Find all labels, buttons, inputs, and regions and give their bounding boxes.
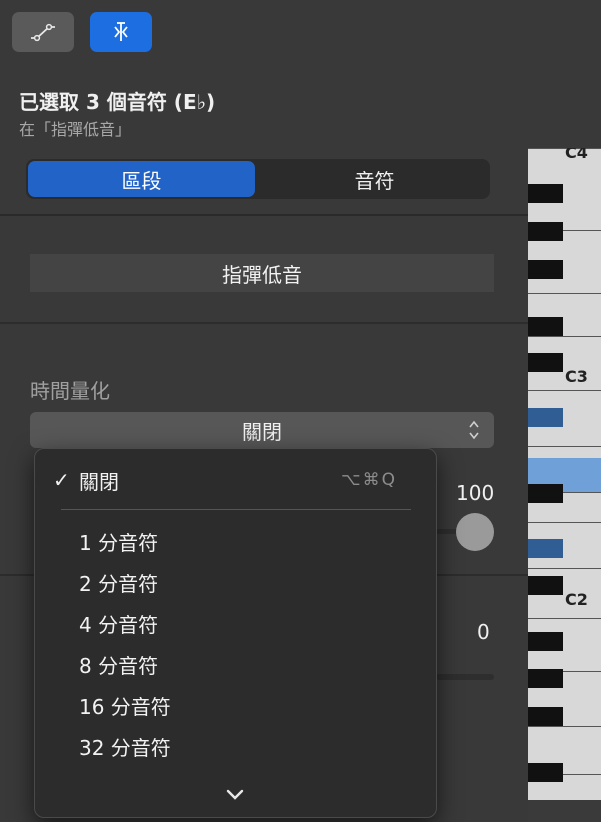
menu-item-label: 8 分音符 [79, 653, 159, 678]
black-key-selected[interactable] [528, 539, 563, 558]
key-label-c4: C4 [565, 148, 588, 162]
selection-subtitle: 在「指彈低音」 [19, 120, 132, 139]
key-divider [528, 390, 601, 391]
menu-item-sixteenth[interactable]: 16 分音符 [35, 685, 436, 725]
key-divider [528, 336, 601, 337]
black-key[interactable] [528, 184, 563, 203]
updown-arrows-icon [469, 420, 479, 440]
menu-item-quarter[interactable]: 4 分音符 [35, 603, 436, 643]
black-key[interactable] [528, 260, 563, 279]
black-key[interactable] [528, 222, 563, 241]
piano-keyboard[interactable]: C4 C3 C2 [528, 148, 601, 800]
swing-value: 0 [477, 620, 490, 644]
black-key[interactable] [528, 763, 563, 782]
strength-value: 100 [456, 481, 495, 505]
key-label-c2: C2 [565, 590, 588, 609]
menu-item-label: 1 分音符 [79, 530, 159, 555]
quantize-menu: ✓ 關閉 ⌥⌘Q 1 分音符 2 分音符 4 分音符 8 分音符 16 分音符 … [34, 448, 437, 818]
black-key[interactable] [528, 484, 563, 503]
quantize-label: 時間量化 [30, 379, 110, 403]
keyboard-footer [528, 800, 601, 822]
chevron-down-icon[interactable] [223, 785, 247, 805]
menu-item-off[interactable]: ✓ 關閉 ⌥⌘Q [35, 460, 436, 500]
menu-item-half[interactable]: 2 分音符 [35, 562, 436, 602]
black-key[interactable] [528, 707, 563, 726]
smart-controls-icon [114, 22, 128, 41]
black-key[interactable] [528, 576, 563, 595]
automation-button[interactable] [12, 12, 74, 52]
region-name[interactable]: 指彈低音 [30, 254, 494, 292]
black-key[interactable] [528, 669, 563, 688]
black-key-selected[interactable] [528, 408, 563, 427]
tab-region[interactable]: 區段 [28, 161, 255, 197]
divider [0, 214, 528, 216]
menu-item-thirty-second[interactable]: 32 分音符 [35, 726, 436, 766]
tab-note[interactable]: 音符 [261, 161, 488, 197]
key-label-c3: C3 [565, 367, 588, 386]
inspector-segmented-control: 區段 音符 [26, 159, 490, 199]
key-divider [528, 568, 601, 569]
key-divider [528, 446, 601, 447]
key-divider [528, 726, 601, 727]
menu-separator [61, 509, 411, 510]
selection-title: 已選取 3 個音符 (E♭) [19, 90, 216, 114]
divider [0, 322, 528, 324]
black-key[interactable] [528, 353, 563, 372]
menu-item-whole[interactable]: 1 分音符 [35, 521, 436, 561]
quantize-select[interactable]: 關閉 [30, 412, 494, 448]
key-divider [528, 618, 601, 619]
menu-item-eighth[interactable]: 8 分音符 [35, 644, 436, 684]
checkmark-icon: ✓ [53, 468, 70, 492]
quantize-value: 關閉 [242, 419, 282, 444]
menu-item-label: 32 分音符 [79, 735, 171, 760]
menu-item-label: 4 分音符 [79, 612, 159, 637]
key-divider [528, 293, 601, 294]
black-key[interactable] [528, 317, 563, 336]
black-key[interactable] [528, 632, 563, 651]
menu-item-label: 2 分音符 [79, 571, 159, 596]
menu-item-label: 關閉 [79, 469, 119, 494]
menu-item-label: 16 分音符 [79, 694, 171, 719]
key-divider [528, 522, 601, 523]
strength-slider-knob[interactable] [456, 513, 494, 551]
menu-item-shortcut: ⌥⌘Q [341, 470, 397, 490]
smart-controls-button[interactable] [90, 12, 152, 52]
swing-slider-track[interactable] [436, 674, 494, 680]
automation-curve-icon [31, 23, 55, 42]
